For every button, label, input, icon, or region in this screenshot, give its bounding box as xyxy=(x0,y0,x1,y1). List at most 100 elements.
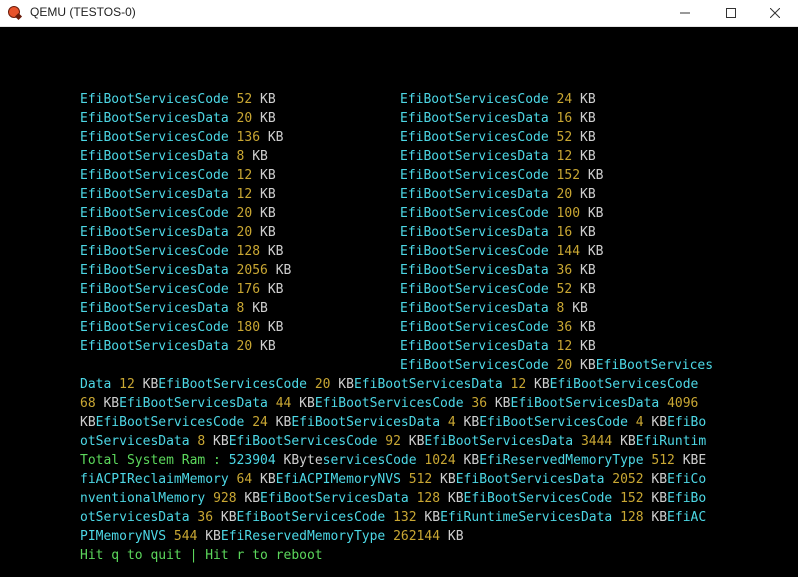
memory-type: EfiBootServicesCode xyxy=(400,92,549,107)
memory-size: 52 xyxy=(556,130,573,145)
memory-unit: KB xyxy=(587,244,604,259)
memory-size: 20 xyxy=(236,339,253,354)
memory-size: 12 xyxy=(236,187,253,202)
qemu-icon xyxy=(8,6,20,18)
console-text: KB xyxy=(612,434,636,449)
console-text: 12 xyxy=(119,377,135,392)
memory-unit: KB xyxy=(580,92,596,107)
memory-type: EfiBootServicesData xyxy=(80,149,229,164)
console-text: nventionalMemory xyxy=(80,491,214,506)
minimize-button[interactable] xyxy=(662,0,708,26)
memory-size: 20 xyxy=(556,187,573,202)
console-text: EfiBo xyxy=(667,415,707,430)
memory-size: 52 xyxy=(236,92,253,107)
memory-size: 12 xyxy=(556,149,573,164)
console-text: 262144 xyxy=(393,529,441,544)
console-text: KB xyxy=(400,434,425,449)
console-text: 20 xyxy=(314,377,331,392)
memory-unit: KB xyxy=(580,149,596,164)
console-text: EfiBootServicesData xyxy=(455,472,613,487)
console-line: KBEfiBootServicesCode 24 KBEfiBootServic… xyxy=(80,413,706,432)
memory-size: 144 xyxy=(556,244,581,259)
memory-unit: KB xyxy=(580,187,596,202)
memory-type: EfiBootServicesData xyxy=(400,339,549,354)
console-text: EfiBootServicesCode xyxy=(95,415,253,430)
memory-type: EfiBootServicesCode xyxy=(80,320,229,335)
console-text: 4 xyxy=(635,415,644,430)
memory-size: 24 xyxy=(556,92,573,107)
console-text: EfiRuntimeServicesData xyxy=(440,510,621,525)
memory-size: 8 xyxy=(236,149,245,164)
memory-size: 136 xyxy=(236,130,261,145)
console-text: 68 xyxy=(80,396,96,411)
memory-size: 16 xyxy=(556,111,573,126)
memory-size: 20 xyxy=(236,111,253,126)
console-text: 523904 xyxy=(228,453,284,468)
memory-type: EfiBootServicesData xyxy=(80,339,229,354)
window-titlebar: QEMU (TESTOS-0) xyxy=(0,0,798,27)
memory-entry: EfiBootServicesData 20 KB xyxy=(80,337,276,356)
console-text: KB xyxy=(80,415,96,430)
console-text: KB xyxy=(330,377,354,392)
memory-entry: EfiBootServicesCode 176 KB xyxy=(80,280,284,299)
console-text: otServicesData xyxy=(80,510,198,525)
memory-unit: KB xyxy=(580,282,596,297)
console-text: 36 xyxy=(197,510,214,525)
memory-type: EfiBootServicesCode xyxy=(80,130,229,145)
vm-display[interactable]: EfiBootServicesCode 52 KB EfiBootServices… xyxy=(0,27,798,577)
memory-entry: EfiBootServicesData 8 KB xyxy=(80,299,268,318)
console-line: 68 KBEfiBootServicesData 44 KBEfiBootSer… xyxy=(80,394,698,413)
maximize-button[interactable] xyxy=(708,0,754,26)
console-text: 928 xyxy=(213,491,237,506)
console-text: 128 xyxy=(620,510,644,525)
memory-type: EfiBootServicesData xyxy=(400,301,549,316)
console-text: PIMemoryNVS xyxy=(80,529,174,544)
memory-size: 128 xyxy=(236,244,261,259)
console-text: EfiBootServicesData xyxy=(510,396,668,411)
console-text: EfiBootServicesCode xyxy=(400,358,557,373)
memory-entry: EfiBootServicesCode 20 KB xyxy=(80,204,276,223)
console-text: EfiACPIMemoryNVS xyxy=(275,472,409,487)
memory-unit: KB xyxy=(260,225,276,240)
console-text: EfiReservedMemoryType xyxy=(479,453,652,468)
memory-unit: KB xyxy=(572,301,588,316)
memory-size: 52 xyxy=(556,282,573,297)
close-button[interactable] xyxy=(752,0,798,26)
memory-entry: EfiBootServicesCode 24 KB xyxy=(400,90,596,109)
memory-unit: KB xyxy=(260,111,276,126)
memory-entry: EfiBootServicesCode 100 KB xyxy=(400,204,604,223)
console-text: 2052 xyxy=(612,472,644,487)
console-text: KB xyxy=(95,396,120,411)
memory-size: 2056 xyxy=(236,263,268,278)
memory-size: 8 xyxy=(236,301,245,316)
console-text: KB xyxy=(252,472,276,487)
console-text: EfiBootServicesData xyxy=(424,434,581,449)
memory-type: EfiBootServicesData xyxy=(80,187,229,202)
memory-entry: EfiBootServicesData 2056 KB xyxy=(80,261,291,280)
memory-type: EfiBootServicesData xyxy=(80,111,229,126)
console-text: EfiBootServicesData xyxy=(291,415,448,430)
memory-size: 100 xyxy=(556,206,581,221)
console-text: 4 xyxy=(447,415,456,430)
memory-unit: KB xyxy=(587,168,604,183)
memory-type: EfiBootServicesData xyxy=(400,111,549,126)
console-text: 4096 xyxy=(667,396,699,411)
console-text: EfiBootServicesCode xyxy=(549,377,699,392)
console-text: 152 xyxy=(620,491,644,506)
console-text: KB xyxy=(416,510,441,525)
console-text: 3444 xyxy=(580,434,613,449)
memory-type: EfiBootServicesCode xyxy=(400,206,549,221)
console-text: fiACPIReclaimMemory xyxy=(80,472,237,487)
memory-type: EfiBootServicesData xyxy=(80,263,229,278)
memory-type: EfiBootServicesCode xyxy=(400,130,549,145)
console-text: KB xyxy=(213,510,237,525)
memory-entry: EfiBootServicesCode 128 KB xyxy=(80,242,284,261)
console-text: KB xyxy=(205,434,229,449)
console-text: 1024 xyxy=(424,453,456,468)
memory-entry: EfiBootServicesCode 144 KB xyxy=(400,242,604,261)
memory-entry: EfiBootServicesData 8 KB xyxy=(400,299,588,318)
memory-type: EfiBootServicesCode xyxy=(80,168,229,183)
memory-type: EfiBootServicesData xyxy=(400,149,549,164)
memory-entry: EfiBootServicesData 16 KB xyxy=(400,109,596,128)
console-text: KB xyxy=(455,415,480,430)
